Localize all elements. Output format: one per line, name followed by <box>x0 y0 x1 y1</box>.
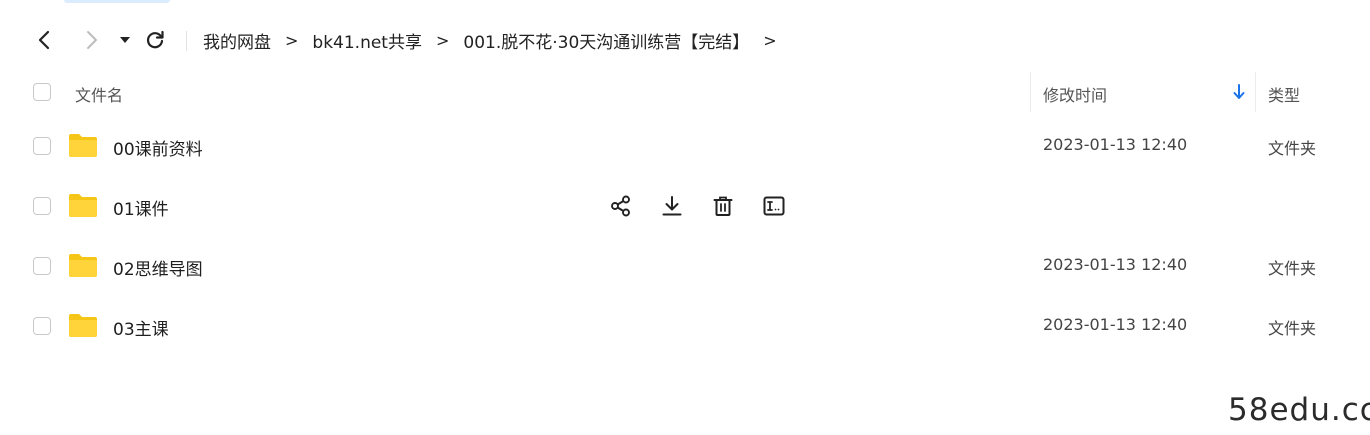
top-accent-strip <box>64 0 170 3</box>
file-row[interactable]: 00课前资料 2023-01-13 12:40 文件夹 <box>0 116 1370 176</box>
file-row[interactable]: 01课件 <box>0 176 1370 236</box>
folder-icon <box>69 254 97 277</box>
file-modified: 2023-01-13 12:40 <box>1043 315 1188 334</box>
refresh-icon <box>146 30 164 49</box>
row-checkbox[interactable] <box>33 197 51 215</box>
history-dropdown-button[interactable] <box>116 22 134 58</box>
breadcrumb-separator: > <box>285 30 299 50</box>
chevron-right-icon <box>87 31 97 49</box>
file-row[interactable]: 02思维导图 2023-01-13 12:40 文件夹 <box>0 236 1370 296</box>
file-name[interactable]: 03主课 <box>113 315 169 340</box>
download-icon <box>662 196 682 216</box>
breadcrumb: 我的网盘 > bk41.net共享 > 001.脱不花·30天沟通训练营【完结】… <box>203 22 791 58</box>
file-type: 文件夹 <box>1268 259 1317 278</box>
download-button[interactable] <box>659 193 685 219</box>
folder-icon <box>69 194 97 217</box>
file-modified: 2023-01-13 12:40 <box>1043 135 1188 154</box>
rename-icon <box>763 196 785 216</box>
breadcrumb-separator[interactable]: > <box>763 31 776 50</box>
breadcrumb-item-root[interactable]: 我的网盘 <box>203 28 271 53</box>
caret-down-icon <box>120 37 130 43</box>
row-checkbox[interactable] <box>33 317 51 335</box>
file-type: 文件夹 <box>1268 319 1317 338</box>
column-header-modified[interactable]: 修改时间 <box>1043 82 1107 106</box>
arrow-down-icon[interactable] <box>1232 83 1246 101</box>
delete-icon <box>713 196 733 216</box>
file-list-header: 文件名 修改时间 类型 <box>0 72 1370 112</box>
folder-icon <box>69 314 97 337</box>
select-all-checkbox[interactable] <box>33 83 51 101</box>
file-name[interactable]: 01课件 <box>113 195 169 220</box>
breadcrumb-item-share[interactable]: bk41.net共享 <box>312 28 422 53</box>
nav-divider <box>186 31 187 51</box>
file-modified: 2023-01-13 12:40 <box>1043 255 1188 274</box>
column-header-name[interactable]: 文件名 <box>75 82 123 106</box>
row-checkbox[interactable] <box>33 257 51 275</box>
folder-icon <box>69 134 97 157</box>
navigation-bar: 我的网盘 > bk41.net共享 > 001.脱不花·30天沟通训练营【完结】… <box>0 22 1370 58</box>
file-type: 文件夹 <box>1268 139 1317 158</box>
chevron-left-icon <box>38 30 50 50</box>
share-button[interactable] <box>608 193 634 219</box>
file-name[interactable]: 02思维导图 <box>113 255 203 280</box>
column-divider[interactable] <box>1030 72 1031 112</box>
breadcrumb-separator: > <box>435 30 450 50</box>
refresh-button[interactable] <box>143 22 167 58</box>
delete-button[interactable] <box>710 193 736 219</box>
share-icon <box>611 195 630 217</box>
watermark-text: 58edu.cc <box>1228 392 1370 428</box>
file-row[interactable]: 03主课 2023-01-13 12:40 文件夹 <box>0 296 1370 356</box>
column-header-type[interactable]: 类型 <box>1268 82 1300 106</box>
breadcrumb-item-current[interactable]: 001.脱不花·30天沟通训练营【完结】 <box>463 28 749 53</box>
file-name[interactable]: 00课前资料 <box>113 135 203 160</box>
rename-button[interactable] <box>761 193 787 219</box>
back-button[interactable] <box>30 22 58 58</box>
column-divider[interactable] <box>1255 72 1256 112</box>
row-checkbox[interactable] <box>33 137 51 155</box>
forward-button[interactable] <box>78 22 106 58</box>
